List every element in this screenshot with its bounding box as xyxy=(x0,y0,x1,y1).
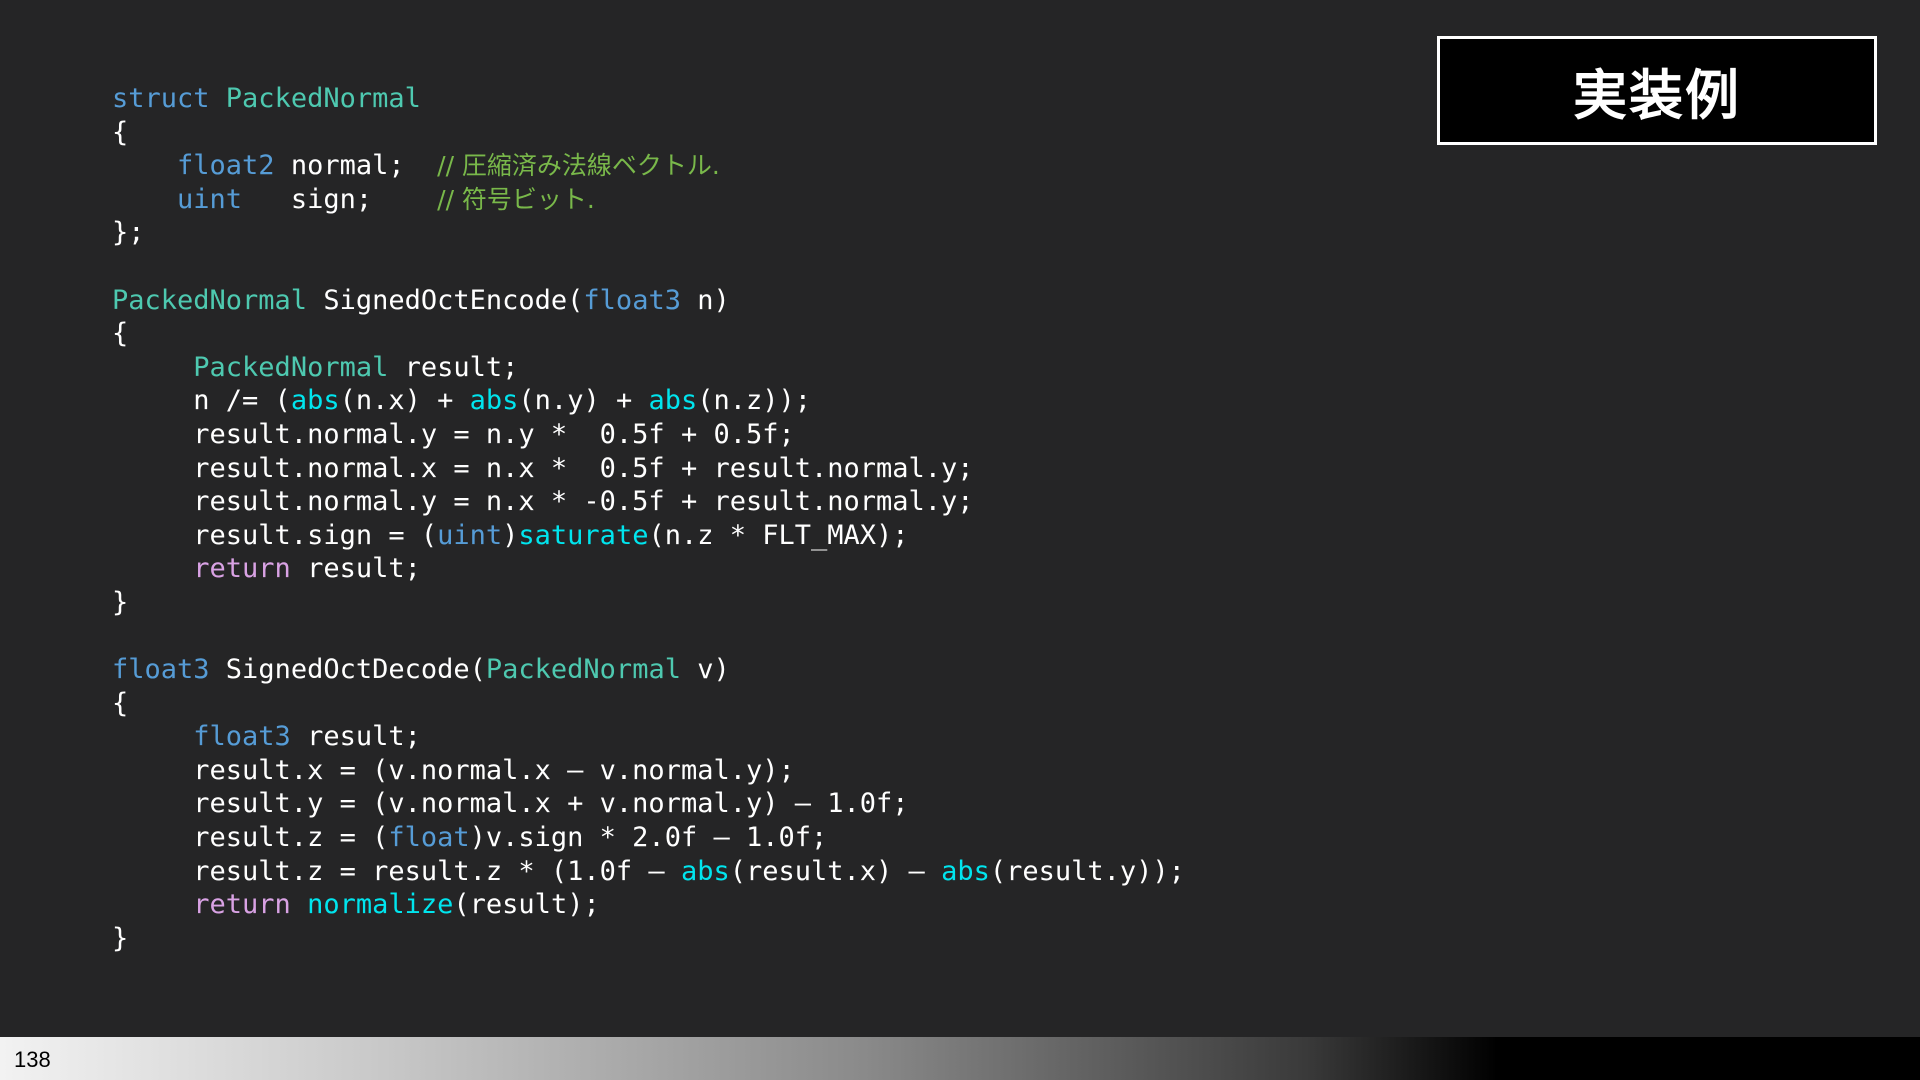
page-number: 138 xyxy=(14,1047,51,1072)
code-text: { xyxy=(112,318,129,350)
comment: // 符号ビット. xyxy=(437,184,595,214)
code-line: { xyxy=(112,116,1185,150)
code-line: { xyxy=(112,687,1185,721)
code-line: result.normal.x = n.x * 0.5f + result.no… xyxy=(112,452,1185,486)
keyword: float3 xyxy=(583,284,681,316)
code-line: struct PackedNormal xyxy=(112,82,1185,116)
code-text: n /= ( xyxy=(112,385,291,417)
code-line: result.y = (v.normal.x + v.normal.y) – 1… xyxy=(112,787,1185,821)
code-line: }; xyxy=(112,216,1185,250)
code-line: { xyxy=(112,317,1185,351)
title-box: 実装例 xyxy=(1437,36,1877,145)
code-text: result.normal.y = n.x * -0.5f + result.n… xyxy=(112,486,974,518)
function: abs xyxy=(648,385,698,417)
code-text: result.sign = ( xyxy=(112,519,438,551)
function: abs xyxy=(680,855,730,887)
code-text: SignedOctEncode( xyxy=(307,284,584,316)
code-text: result.z = ( xyxy=(112,822,389,854)
function: normalize xyxy=(307,889,454,921)
code-text: } xyxy=(112,586,129,618)
slide: struct PackedNormal{ float2 normal; // 圧… xyxy=(0,0,1920,1080)
code-line: } xyxy=(112,586,1185,620)
keyword: uint xyxy=(437,519,503,551)
code-line: float3 SignedOctDecode(PackedNormal v) xyxy=(112,653,1185,687)
code-text: result.normal.y = n.y * 0.5f + 0.5f; xyxy=(112,418,795,450)
code-line: result.x = (v.normal.x – v.normal.y); xyxy=(112,754,1185,788)
code-text: result; xyxy=(388,351,519,383)
comment: // 圧縮済み法線ベクトル. xyxy=(437,151,720,181)
code-text: )v.sign * 2.0f – 1.0f; xyxy=(469,822,828,854)
keyword: float2 xyxy=(177,150,275,182)
code-line: uint sign; // 符号ビット. xyxy=(112,183,1185,217)
code-line: return result; xyxy=(112,552,1185,586)
code-line: result.z = result.z * (1.0f – abs(result… xyxy=(112,855,1185,889)
code-line: n /= (abs(n.x) + abs(n.y) + abs(n.z)); xyxy=(112,384,1185,418)
function: abs xyxy=(941,855,990,887)
function: abs xyxy=(469,385,519,417)
type: PackedNormal xyxy=(193,351,389,383)
type: PackedNormal xyxy=(112,284,308,316)
code-line: float3 result; xyxy=(112,720,1185,754)
code-text: (result); xyxy=(453,889,600,921)
keyword: struct xyxy=(112,83,226,114)
keyword: float xyxy=(388,822,470,854)
code-line: PackedNormal SignedOctEncode(float3 n) xyxy=(112,284,1185,318)
code-block: struct PackedNormal{ float2 normal; // 圧… xyxy=(112,82,1185,955)
code-text: (n.y) + xyxy=(518,385,649,417)
return-keyword: return xyxy=(193,889,291,921)
code-text: result.x = (v.normal.x – v.normal.y); xyxy=(112,754,795,786)
code-line: PackedNormal result; xyxy=(112,351,1185,385)
code-text: (result.x) – xyxy=(729,855,942,887)
code-text: n) xyxy=(680,284,730,316)
code-text: SignedOctDecode( xyxy=(209,654,486,686)
code-text: result.y = (v.normal.x + v.normal.y) – 1… xyxy=(112,788,909,820)
code-line: result.z = (float)v.sign * 2.0f – 1.0f; xyxy=(112,821,1185,855)
code-line: result.normal.y = n.x * -0.5f + result.n… xyxy=(112,485,1185,519)
code-text: (result.y)); xyxy=(989,855,1185,887)
code-line: } xyxy=(112,922,1185,956)
type: PackedNormal xyxy=(485,654,681,686)
code-text: result; xyxy=(290,553,421,585)
keyword: float3 xyxy=(112,654,210,686)
keyword: float3 xyxy=(193,721,291,753)
code-text: sign; xyxy=(242,183,438,215)
return-keyword: return xyxy=(193,553,291,585)
code-line: result.sign = (uint)saturate(n.z * FLT_M… xyxy=(112,519,1185,553)
code-line: result.normal.y = n.y * 0.5f + 0.5f; xyxy=(112,418,1185,452)
keyword: uint xyxy=(177,183,243,215)
code-text: (n.z * FLT_MAX); xyxy=(648,519,909,551)
code-text: ) xyxy=(502,519,519,551)
type: PackedNormal xyxy=(225,83,421,114)
slide-title: 実装例 xyxy=(1573,64,1741,127)
code-text: (n.z)); xyxy=(697,385,812,417)
function: abs xyxy=(290,385,340,417)
code-line: float2 normal; // 圧縮済み法線ベクトル. xyxy=(112,149,1185,183)
code-text: result; xyxy=(290,721,421,753)
code-text: result.z = result.z * (1.0f – xyxy=(112,855,681,887)
code-text: result.normal.x = n.x * 0.5f + result.no… xyxy=(112,452,974,484)
code-line: return normalize(result); xyxy=(112,888,1185,922)
footer-gradient-bar xyxy=(0,1037,1920,1080)
code-text: v) xyxy=(680,654,730,686)
code-text: } xyxy=(112,922,129,954)
function: saturate xyxy=(518,519,649,551)
code-text: (n.x) + xyxy=(339,385,470,417)
code-text: }; xyxy=(112,217,145,249)
code-text: normal; xyxy=(274,150,438,182)
code-text: { xyxy=(112,116,129,148)
code-text: { xyxy=(112,687,129,719)
